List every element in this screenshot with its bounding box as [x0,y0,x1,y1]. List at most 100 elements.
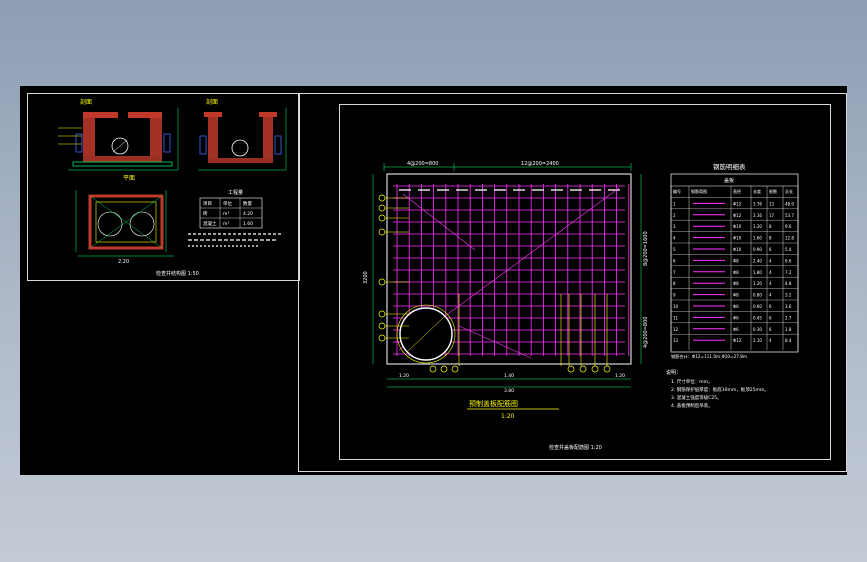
schedule-cell: 3 [673,224,676,229]
schedule-cell: 1.8 [785,327,792,332]
quantity-table-cell: 1.60 [243,221,253,227]
schedule-cell: Φ12 [733,201,742,206]
schedule-subtitle: 盖板 [724,177,734,184]
note-line: 2. 钢筋保护层厚度：板底30mm，板顶25mm。 [671,386,769,393]
right-sheet-title: 检查井盖板配筋图 1:20 [549,444,602,451]
schedule-cell: 13 [769,201,775,206]
schedule-cell: 8 [673,281,676,286]
drawing-title: 预制盖板配筋图 [469,399,518,408]
top-dim-left: 4@200=800 [407,161,438,167]
schedule-cell: 12 [673,327,679,332]
schedule-cell: 9.6 [785,258,792,263]
schedule-cell: 3.16 [753,213,762,218]
quantity-table-cell: 项目 [203,201,212,207]
schedule-cell: Φ8 [733,293,739,298]
bottom-dim-3: 1.20 [615,373,625,379]
schedule-cell: 0.60 [753,304,762,309]
schedule-cell: 1.80 [753,270,762,275]
notes-title: 说明： [666,369,681,376]
right-drawing-canvas: 4@200=800 12@200=2400 8@200=1600 4@200=8… [363,161,799,451]
schedule-cell: 7.2 [785,270,792,275]
schedule-cell: 0.45 [753,315,762,320]
schedule-cell: 1.20 [753,224,762,229]
schedule-cell: 11 [673,315,679,320]
schedule-cell: 1.20 [753,281,762,286]
side-dim-lower: 4@200=800 [643,317,649,348]
schedule-cell: 2.40 [753,258,762,263]
schedule-cell: 1 [673,201,676,206]
schedule-header-cell: 编号 [673,188,681,194]
quantity-table-cell: 数量 [243,200,252,207]
quantity-table: 工程量 项目 单位 数量砖 m³ 4.20 混凝土 m³ 1.60 [188,189,283,247]
plan-label: 平面 [123,175,135,182]
schedule-cell: 3.6 [785,304,792,309]
schedule-cell: 5.4 [785,247,792,252]
schedule-cell: 6 [769,304,772,309]
schedule-cell: 3.76 [753,201,762,206]
schedule-cell: 4 [769,338,772,343]
schedule-cell: 8.4 [785,338,792,343]
schedule-cell: 9.6 [785,224,792,229]
schedule-header-cell: 根数 [769,188,777,194]
schedule-cell: 4.8 [785,281,792,286]
schedule-cell: 17 [769,213,775,218]
left-drawing-canvas: 剖面 剖面 平面 2.20 工程量 项目 单位 数量砖 m³ 4.20混凝土 m… [58,98,287,277]
schedule-cell: 4 [769,258,772,263]
schedule-cell: Φ8 [733,281,739,286]
quantity-table-cell: 砖 [203,210,208,217]
schedule-cell: 0.80 [753,293,762,298]
schedule-header-cell: 直径 [733,188,741,194]
quantity-table-cell: m³ [223,211,229,217]
schedule-cell: Φ6 [733,315,739,320]
quantity-table-cell: 单位 [223,200,232,207]
section-b-label: 剖面 [206,98,218,106]
schedule-title: 钢筋明细表 [713,162,746,171]
schedule-cell: Φ10 [733,236,742,241]
left-dim: 3200 [363,271,369,284]
right-drawing-sheet[interactable]: 4@200=800 12@200=2400 8@200=1600 4@200=8… [298,93,847,472]
rebar-schedule: 钢筋明细表 盖板 编号 钢筋简图 直径 长度 根数 总长 1 Φ12 3.76 13 48.9 2 Φ1… [670,162,799,360]
schedule-header-cell: 长度 [753,188,761,194]
top-dim-right: 12@200=2400 [521,161,559,167]
schedule-cell: 0.90 [753,247,762,252]
schedule-cell: 2.7 [785,315,792,320]
side-dim-upper: 8@200=1600 [643,231,649,266]
schedule-total: 钢筋合计：Φ12=111.0m Φ10=27.8m [671,353,747,360]
plan-bottom-dim: 2.20 [118,259,129,265]
note-line: 1. 尺寸单位：mm。 [671,378,713,385]
schedule-cell: 1.60 [753,236,762,241]
schedule-header-cell: 总长 [785,188,793,194]
top-dimensions: 4@200=800 12@200=2400 [383,161,632,171]
schedule-cell: 7 [673,270,676,275]
bottom-dim-2: 1.40 [504,373,514,379]
section-a-label: 剖面 [80,98,92,106]
schedule-cell: 4 [769,270,772,275]
quantity-table-cell: 4.20 [243,211,253,217]
schedule-cell: 2 [673,213,676,218]
cad-viewport[interactable]: 剖面 剖面 平面 2.20 工程量 项目 单位 数量 砖 m³ 4.20 混凝土… [20,86,847,475]
left-drawing-sheet[interactable]: 剖面 剖面 平面 2.20 工程量 项目 单位 数量 砖 m³ 4.20 混凝土… [27,93,300,281]
schedule-cell: 12.8 [785,236,794,241]
schedule-cell: 8 [769,236,772,241]
schedule-cell: 4 [769,281,772,286]
quantity-table-cell: m³ [223,221,229,227]
schedule-cell: 6 [673,258,676,263]
schedule-cell: 6 [769,315,772,320]
drawing-scale: 1:20 [501,413,515,420]
schedule-cell: 4 [673,236,676,241]
schedule-cell: Φ6 [733,327,739,332]
bottom-dim-total: 3.80 [504,388,514,394]
schedule-cell: 10 [673,304,679,309]
manhole-section-a: 剖面 [58,98,179,171]
note-line: 4. 盖板预制后吊装。 [671,402,713,409]
schedule-cell: Φ12 [733,338,742,343]
notes: 说明： 1. 尺寸单位：mm。2. 钢筋保护层厚度：板底30mm，板顶25mm。… [666,369,769,409]
quantity-table-title: 工程量 [228,189,243,196]
schedule-cell: 4 [769,293,772,298]
schedule-cell: 5 [673,247,676,252]
schedule-cell: 53.7 [785,213,794,218]
bottom-dim-1: 1.20 [399,373,409,379]
schedule-cell: 6 [769,247,772,252]
schedule-cell: 48.9 [785,201,794,206]
schedule-cell: Φ12 [733,213,742,218]
